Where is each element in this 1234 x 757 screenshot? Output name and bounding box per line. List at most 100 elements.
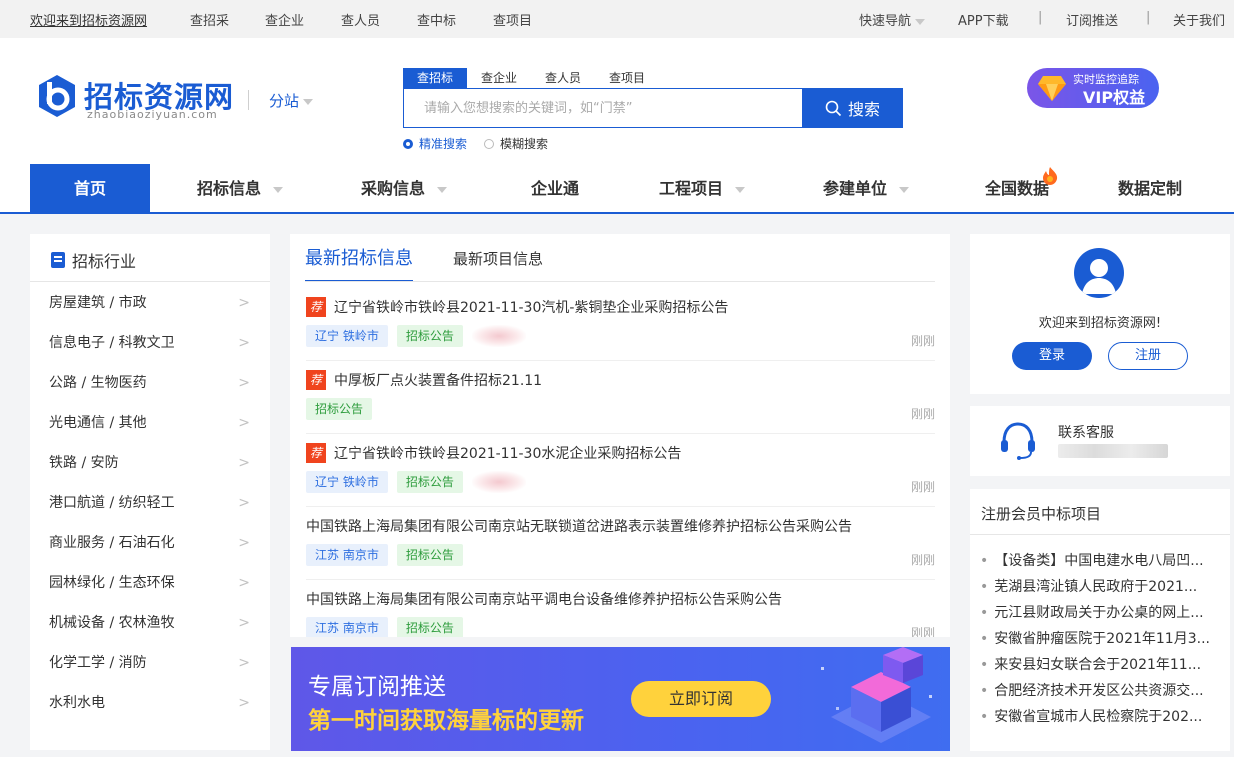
- sidebar-item-housing[interactable]: 房屋建筑 / 市政 >: [49, 292, 254, 332]
- nav-projects-label: 工程项目: [659, 179, 724, 198]
- user-welcome: 欢迎来到招标资源网!: [1038, 316, 1162, 331]
- sidebar-item-machinery[interactable]: 机械设备 / 农林渔牧 >: [49, 612, 254, 652]
- divider: |: [1146, 10, 1151, 25]
- tab-latest-projects[interactable]: 最新项目信息: [453, 248, 543, 269]
- redacted-phone: [1058, 444, 1168, 458]
- nav-custom-data[interactable]: 数据定制: [1118, 164, 1182, 214]
- bookmark-icon: [51, 252, 65, 268]
- won-project-item[interactable]: 安徽省肿瘤医院于2021年11月3...: [980, 628, 1220, 648]
- logo-domain: zhaobiaoziyuan.com: [87, 108, 218, 121]
- sidebar-item-label: 铁路 / 安防: [49, 455, 119, 471]
- member-won-projects: 注册会员中标项目 【设备类】中国电建水电八局凹... 芜湖县湾沚镇人民政府于20…: [970, 489, 1230, 751]
- sidebar-item-electronics[interactable]: 信息电子 / 科教文卫 >: [49, 332, 254, 372]
- nav-projects[interactable]: 工程项目: [659, 164, 746, 214]
- radio-unchecked-icon: [484, 138, 494, 149]
- region-tag[interactable]: 辽宁 铁岭市: [306, 471, 388, 493]
- sidebar-item-label: 机械设备 / 农林渔牧: [49, 615, 175, 631]
- mode-fuzzy-radio[interactable]: 模糊搜索: [484, 135, 548, 152]
- subscribe-now-button[interactable]: 立即订阅: [631, 681, 771, 717]
- won-project-item[interactable]: 芜湖县湾沚镇人民政府于2021...: [980, 576, 1220, 596]
- app-download-link[interactable]: APP下载: [958, 10, 1009, 29]
- search-tab-company[interactable]: 查企业: [481, 68, 517, 88]
- nav-enterprise[interactable]: 企业通: [531, 164, 579, 214]
- top-link-winning[interactable]: 查中标: [417, 10, 456, 29]
- logo-icon[interactable]: [36, 73, 78, 119]
- sidebar-item-landscape[interactable]: 园林绿化 / 生态环保 >: [49, 572, 254, 612]
- chevron-right-icon: >: [238, 375, 250, 391]
- welcome-link[interactable]: 欢迎来到招标资源网: [30, 10, 147, 29]
- won-project-item[interactable]: 来安县妇女联合会于2021年11...: [980, 654, 1220, 674]
- search-button[interactable]: 搜索: [802, 88, 903, 128]
- won-project-item[interactable]: 安徽省宣城市人民检察院于202...: [980, 706, 1220, 726]
- list-item[interactable]: 中国铁路上海局集团有限公司南京站无联锁道岔进路表示装置维修养护招标公告采购公告 …: [306, 507, 935, 580]
- list-item-title-row: 中国铁路上海局集团有限公司南京站无联锁道岔进路表示装置维修养护招标公告采购公告: [306, 516, 852, 536]
- mode-exact-radio[interactable]: 精准搜索: [403, 135, 467, 152]
- type-tag[interactable]: 招标公告: [306, 398, 373, 420]
- type-tag[interactable]: 招标公告: [396, 544, 463, 566]
- quick-nav-label: 快速导航: [859, 14, 912, 29]
- login-button[interactable]: 登录: [1012, 342, 1092, 370]
- search-tab-tender[interactable]: 查招标: [403, 68, 468, 88]
- list-item[interactable]: 荐中厚板厂点火装置备件招标21.11 招标公告 刚刚: [306, 361, 935, 434]
- top-link-person[interactable]: 查人员: [341, 10, 380, 29]
- tab-latest-tenders[interactable]: 最新招标信息: [305, 244, 413, 282]
- about-link[interactable]: 关于我们: [1173, 10, 1225, 29]
- nav-home[interactable]: 首页: [30, 164, 150, 214]
- sidebar-item-label: 信息电子 / 科教文卫: [49, 335, 175, 351]
- list-item-tags: 招标公告: [306, 398, 373, 420]
- region-tag[interactable]: 江苏 南京市: [306, 617, 388, 637]
- type-tag[interactable]: 招标公告: [396, 617, 463, 637]
- sidebar-item-commerce[interactable]: 商业服务 / 石油石化 >: [49, 532, 254, 572]
- user-panel: 欢迎来到招标资源网! 登录 注册: [970, 234, 1230, 394]
- sidebar-item-chemical[interactable]: 化学工学 / 消防 >: [49, 652, 254, 692]
- type-tag[interactable]: 招标公告: [396, 325, 463, 347]
- service-panel[interactable]: 联系客服: [970, 406, 1230, 476]
- list-item-tags: 江苏 南京市 招标公告: [306, 617, 463, 637]
- list-item[interactable]: 荐辽宁省铁岭市铁岭县2021-11-30水泥企业采购招标公告 辽宁 铁岭市 招标…: [306, 434, 935, 507]
- won-project-item[interactable]: 合肥经济技术开发区公共资源交...: [980, 680, 1220, 700]
- sidebar-item-port[interactable]: 港口航道 / 纺织轻工 >: [49, 492, 254, 532]
- won-project-item[interactable]: 【设备类】中国电建水电八局凹...: [980, 550, 1220, 570]
- top-link-company[interactable]: 查企业: [265, 10, 304, 29]
- region-tag[interactable]: 辽宁 铁岭市: [306, 325, 388, 347]
- tender-list-panel: 最新招标信息 最新项目信息 荐辽宁省铁岭市铁岭县2021-11-30汽机-紫铜垫…: [290, 234, 950, 637]
- search-input[interactable]: [404, 89, 802, 127]
- subscribe-link[interactable]: 订阅推送: [1066, 10, 1118, 29]
- chevron-down-icon: [735, 186, 746, 193]
- nav-purchase-info[interactable]: 采购信息: [361, 164, 448, 214]
- list-item[interactable]: 中国铁路上海局集团有限公司南京站平调电台设备维修养护招标公告采购公告 江苏 南京…: [306, 580, 935, 637]
- sidebar-item-label: 园林绿化 / 生态环保: [49, 575, 175, 591]
- subscribe-banner[interactable]: 专属订阅推送 第一时间获取海量标的更新 立即订阅: [291, 647, 950, 751]
- nav-tender-info[interactable]: 招标信息: [197, 164, 284, 214]
- list-item[interactable]: 荐辽宁省铁岭市铁岭县2021-11-30汽机-紫铜垫企业采购招标公告 辽宁 铁岭…: [306, 288, 935, 361]
- nav-builders[interactable]: 参建单位: [823, 164, 910, 214]
- top-link-tender[interactable]: 查招采: [190, 10, 229, 29]
- search-tab-project[interactable]: 查项目: [609, 68, 645, 88]
- sidebar-item-label: 水利水电: [49, 695, 105, 711]
- chevron-right-icon: >: [238, 535, 250, 551]
- vip-line2: VIP权益: [1083, 88, 1146, 107]
- top-link-project[interactable]: 查项目: [493, 10, 532, 29]
- register-button[interactable]: 注册: [1108, 342, 1188, 370]
- quick-nav[interactable]: 快速导航: [859, 10, 926, 29]
- divider: [305, 281, 935, 282]
- list-item-title[interactable]: 中厚板厂点火装置备件招标21.11: [334, 370, 542, 390]
- type-tag[interactable]: 招标公告: [396, 471, 463, 493]
- region-tag[interactable]: 江苏 南京市: [306, 544, 388, 566]
- isometric-illustration-icon: [821, 647, 932, 743]
- list-item-title[interactable]: 辽宁省铁岭市铁岭县2021-11-30水泥企业采购招标公告: [334, 443, 681, 463]
- mode-fuzzy-label: 模糊搜索: [500, 137, 549, 151]
- won-project-item[interactable]: 元江县财政局关于办公桌的网上...: [980, 602, 1220, 622]
- search-tab-person[interactable]: 查人员: [545, 68, 581, 88]
- sidebar-item-highway[interactable]: 公路 / 生物医药 >: [49, 372, 254, 412]
- sidebar-item-telecom[interactable]: 光电通信 / 其他 >: [49, 412, 254, 452]
- vip-badge[interactable]: 实时监控追踪 VIP权益: [1027, 68, 1159, 108]
- sidebar-item-label: 化学工学 / 消防: [49, 655, 147, 671]
- timestamp: 刚刚: [910, 407, 935, 421]
- branch-dropdown[interactable]: 分站: [269, 90, 314, 111]
- list-item-title[interactable]: 辽宁省铁岭市铁岭县2021-11-30汽机-紫铜垫企业采购招标公告: [334, 297, 728, 317]
- list-item-title[interactable]: 中国铁路上海局集团有限公司南京站平调电台设备维修养护招标公告采购公告: [306, 589, 782, 609]
- list-item-title[interactable]: 中国铁路上海局集团有限公司南京站无联锁道岔进路表示装置维修养护招标公告采购公告: [306, 516, 852, 536]
- sidebar-item-water[interactable]: 水利水电 >: [49, 692, 254, 732]
- sidebar-item-railway[interactable]: 铁路 / 安防 >: [49, 452, 254, 492]
